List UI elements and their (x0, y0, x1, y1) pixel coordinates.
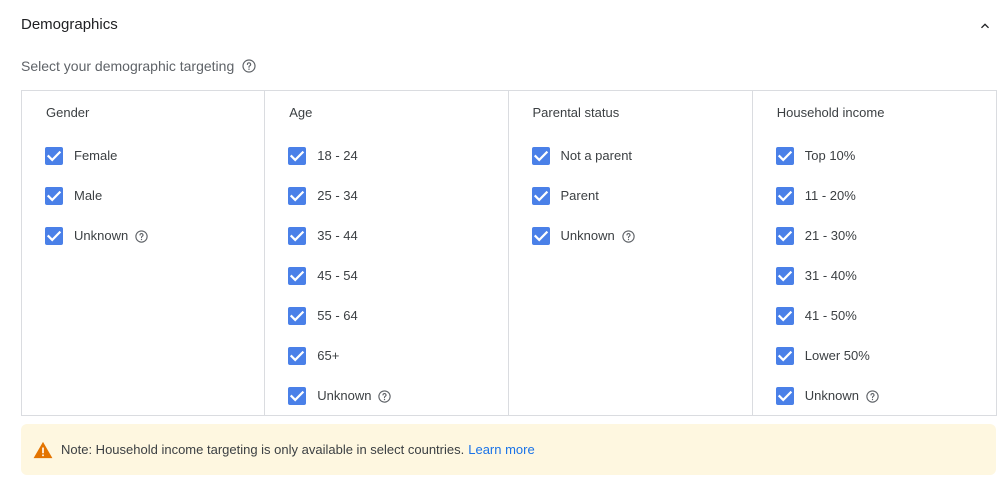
option-household-income-lower-50[interactable]: Lower 50% (775, 346, 870, 366)
column-title: Household income (776, 105, 885, 120)
learn-more-link[interactable]: Learn more (468, 442, 534, 457)
option-label: Unknown (74, 228, 129, 243)
option-parental-status-unknown[interactable]: Unknown (531, 226, 636, 246)
option-label: Unknown (317, 388, 372, 403)
option-age-35-44[interactable]: 35 - 44 (288, 226, 358, 246)
column-title: Age (289, 105, 313, 120)
option-age-18-24[interactable]: 18 - 24 (288, 146, 358, 166)
option-label: 65+ (317, 348, 340, 363)
section-header: Demographics (21, 14, 997, 38)
option-age-55-64[interactable]: 55 - 64 (288, 306, 358, 326)
section-subtitle: Select your demographic targeting (21, 57, 257, 75)
checkbox-checked-icon[interactable] (775, 187, 794, 205)
column-household-income: Household income Top 10% 11 - 20% 21 - 30% 3… (751, 91, 996, 415)
option-gender-male[interactable]: Male (45, 186, 102, 206)
option-household-income-top-10[interactable]: Top 10% (775, 146, 856, 166)
income-note-banner: Note: Household income targeting is only… (21, 424, 996, 475)
checkbox-checked-icon[interactable] (288, 267, 307, 285)
option-label: Unknown (804, 388, 859, 403)
option-label: 35 - 44 (317, 228, 358, 243)
checkbox-checked-icon[interactable] (775, 147, 794, 165)
checkbox-checked-icon[interactable] (531, 147, 550, 165)
checkbox-checked-icon[interactable] (288, 347, 307, 365)
option-label: 18 - 24 (317, 148, 358, 163)
option-household-income-41-50[interactable]: 41 - 50% (775, 306, 857, 326)
option-label: 55 - 64 (317, 308, 358, 323)
checkbox-checked-icon[interactable] (775, 267, 794, 285)
option-parental-status-not-a-parent[interactable]: Not a parent (531, 146, 633, 166)
warning-icon (33, 441, 53, 458)
checkbox-checked-icon[interactable] (775, 387, 794, 405)
checkbox-checked-icon[interactable] (775, 307, 794, 325)
option-age-45-54[interactable]: 45 - 54 (288, 266, 358, 286)
option-label: Not a parent (560, 148, 633, 163)
checkbox-checked-icon[interactable] (45, 187, 63, 205)
help-icon[interactable] (241, 58, 257, 74)
option-label: Parent (560, 188, 599, 203)
checkbox-checked-icon[interactable] (775, 347, 794, 365)
column-parental-status: Parental status Not a parent Parent Unknown (507, 91, 752, 415)
option-parental-status-parent[interactable]: Parent (531, 186, 599, 206)
option-label: Unknown (560, 228, 615, 243)
column-gender: Gender Female Male Unknown (22, 91, 264, 415)
column-title: Parental status (532, 105, 620, 120)
option-label: 11 - 20% (804, 188, 856, 203)
option-household-income-21-30[interactable]: 21 - 30% (775, 226, 857, 246)
checkbox-checked-icon[interactable] (531, 227, 550, 245)
section-title: Demographics (21, 16, 118, 33)
help-icon[interactable] (377, 389, 392, 404)
checkbox-checked-icon[interactable] (288, 147, 307, 165)
checkbox-checked-icon[interactable] (288, 227, 307, 245)
option-gender-unknown[interactable]: Unknown (45, 226, 149, 246)
option-household-income-11-20[interactable]: 11 - 20% (775, 186, 856, 206)
option-age-25-34[interactable]: 25 - 34 (288, 186, 358, 206)
option-label: Lower 50% (804, 348, 870, 363)
checkbox-checked-icon[interactable] (288, 307, 307, 325)
column-title: Gender (46, 105, 90, 120)
help-icon[interactable] (621, 229, 636, 244)
option-age-65[interactable]: 65+ (288, 346, 339, 366)
option-household-income-unknown[interactable]: Unknown (775, 386, 880, 406)
option-gender-female[interactable]: Female (45, 146, 117, 166)
option-label: 21 - 30% (804, 228, 857, 243)
option-label: 45 - 54 (317, 268, 358, 283)
help-icon[interactable] (865, 389, 880, 404)
subtitle-text: Select your demographic targeting (21, 58, 235, 74)
help-icon[interactable] (134, 229, 149, 244)
option-label: 41 - 50% (804, 308, 857, 323)
checkbox-checked-icon[interactable] (531, 187, 550, 205)
column-age: Age 18 - 24 25 - 34 35 - 44 45 - 54 55 - 64 65… (264, 91, 507, 415)
checkbox-checked-icon[interactable] (45, 227, 63, 245)
checkbox-checked-icon[interactable] (45, 147, 63, 165)
option-label: 25 - 34 (317, 188, 358, 203)
option-label: Male (74, 188, 103, 203)
option-household-income-31-40[interactable]: 31 - 40% (775, 266, 857, 286)
chevron-up-icon[interactable] (977, 18, 993, 34)
checkbox-checked-icon[interactable] (288, 387, 307, 405)
option-label: 31 - 40% (804, 268, 857, 283)
option-label: Female (74, 148, 118, 163)
checkbox-checked-icon[interactable] (775, 227, 794, 245)
demographics-grid: Gender Female Male Unknown Age 18 - 24 25 - 34… (21, 90, 997, 416)
option-label: Top 10% (804, 148, 856, 163)
option-age-unknown[interactable]: Unknown (288, 386, 392, 406)
checkbox-checked-icon[interactable] (288, 187, 307, 205)
note-text: Note: Household income targeting is only… (61, 442, 465, 457)
